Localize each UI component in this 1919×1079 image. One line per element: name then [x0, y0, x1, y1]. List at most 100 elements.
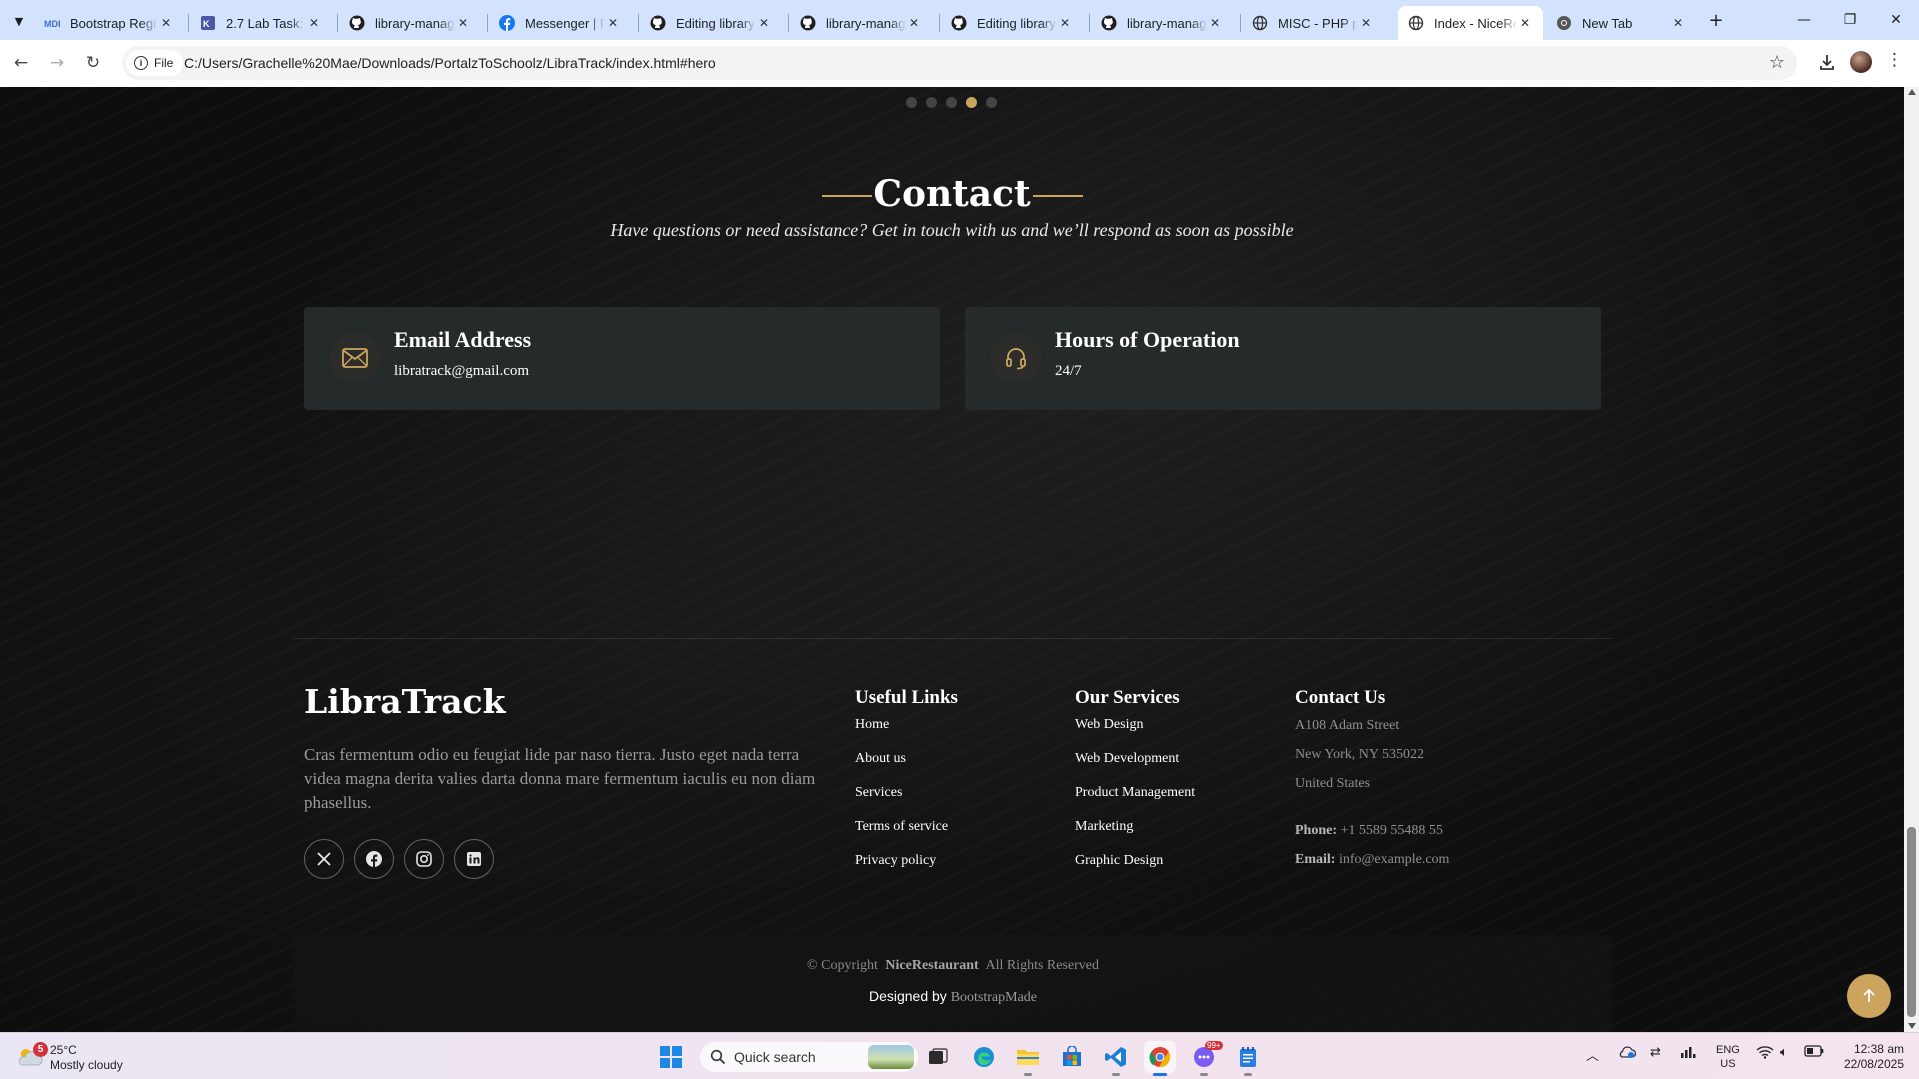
- show-hidden-icons-chevron[interactable]: ︿: [1586, 1045, 1599, 1064]
- close-tab-icon[interactable]: ✕: [1057, 16, 1073, 30]
- carousel-dot[interactable]: [946, 97, 957, 108]
- file-explorer-icon[interactable]: [1012, 1041, 1044, 1076]
- task-view-icon[interactable]: [922, 1041, 954, 1073]
- bookmark-star-icon[interactable]: ☆: [1769, 52, 1785, 73]
- close-tab-icon[interactable]: ✕: [605, 16, 621, 30]
- system-clock[interactable]: 12:38 am 22/08/2025: [1834, 1042, 1904, 1072]
- footer-about-text: Cras fermentum odio eu feugiat lide par …: [304, 745, 816, 812]
- column-heading: Useful Links: [855, 687, 958, 708]
- forward-arrow-icon[interactable]: →: [44, 50, 70, 76]
- network-transfer-icon[interactable]: ⇄: [1650, 1045, 1661, 1060]
- facebook-icon[interactable]: [354, 839, 394, 879]
- instagram-icon[interactable]: [404, 839, 444, 879]
- tab-2[interactable]: K 2.7 Lab Task: A ✕: [190, 6, 332, 40]
- copyright-prefix: © Copyright: [806, 958, 878, 973]
- tab-divider: [337, 14, 338, 32]
- column-heading: Our Services: [1075, 687, 1180, 708]
- tab-10-active[interactable]: Index - NiceRe ✕: [1398, 6, 1543, 40]
- service-link[interactable]: Marketing: [1075, 819, 1195, 853]
- tab-4[interactable]: Messenger | Fa ✕: [489, 6, 631, 40]
- section-title: Contact: [873, 173, 1031, 215]
- footer-brand[interactable]: LibraTrack: [304, 682, 505, 721]
- tab-6[interactable]: library-manage ✕: [790, 6, 932, 40]
- input-language-indicator[interactable]: ENG US: [1716, 1043, 1740, 1071]
- tab-3[interactable]: library-manage ✕: [339, 6, 481, 40]
- url-text[interactable]: C:/Users/Grachelle%20Mae/Downloads/Porta…: [184, 55, 716, 71]
- close-tab-icon[interactable]: ✕: [306, 16, 322, 30]
- volume-icon[interactable]: 🔈︎: [1780, 1045, 1788, 1060]
- service-link[interactable]: Web Development: [1075, 751, 1195, 785]
- taskbar-search[interactable]: Quick search: [700, 1042, 918, 1072]
- tab-title: library-manage: [1127, 15, 1207, 31]
- footer-link-privacy[interactable]: Privacy policy: [855, 853, 958, 887]
- performance-meter-icon[interactable]: [1680, 1045, 1696, 1063]
- tab-1[interactable]: MDB Bootstrap Regi ✕: [34, 6, 184, 40]
- close-window-icon[interactable]: ✕: [1874, 8, 1918, 32]
- close-tab-icon[interactable]: ✕: [1517, 16, 1533, 30]
- svg-text:MDB: MDB: [44, 19, 60, 28]
- footer-link-services[interactable]: Services: [855, 785, 958, 819]
- facebook-icon: [499, 15, 515, 31]
- back-arrow-icon[interactable]: ←: [8, 50, 34, 76]
- footer-link-terms[interactable]: Terms of service: [855, 819, 958, 853]
- close-tab-icon[interactable]: ✕: [1670, 16, 1686, 30]
- tab-11[interactable]: New Tab ✕: [1546, 6, 1696, 40]
- close-tab-icon[interactable]: ✕: [1207, 16, 1223, 30]
- restore-icon[interactable]: ❐: [1828, 8, 1872, 32]
- page-scrollbar[interactable]: [1904, 87, 1919, 1032]
- close-tab-icon[interactable]: ✕: [1358, 16, 1374, 30]
- tab-5[interactable]: Editing library- ✕: [640, 6, 782, 40]
- tab-search-chevron-icon[interactable]: ▼: [8, 10, 30, 32]
- scrollbar-thumb[interactable]: [1907, 827, 1916, 1017]
- footer-link-about[interactable]: About us: [855, 751, 958, 785]
- x-twitter-icon[interactable]: [304, 839, 344, 879]
- tab-divider: [939, 14, 940, 32]
- carousel-dot[interactable]: [926, 97, 937, 108]
- address-bar[interactable]: i File C:/Users/Grachelle%20Mae/Download…: [122, 46, 1797, 80]
- scroll-down-arrow-icon[interactable]: [1908, 1023, 1916, 1029]
- start-windows-icon[interactable]: [655, 1041, 687, 1073]
- carousel-dot[interactable]: [906, 97, 917, 108]
- wifi-icon[interactable]: [1756, 1045, 1774, 1063]
- tab-9[interactable]: MISC - PHP pro ✕: [1242, 6, 1384, 40]
- new-tab-plus-icon[interactable]: +: [1704, 8, 1728, 32]
- useful-links-column: Useful Links Home About us Services Term…: [855, 687, 958, 887]
- vscode-icon[interactable]: [1100, 1041, 1132, 1076]
- chrome-taskbar-icon[interactable]: [1144, 1041, 1176, 1076]
- onedrive-sync-icon[interactable]: [1618, 1045, 1637, 1063]
- close-tab-icon[interactable]: ✕: [158, 16, 174, 30]
- linkedin-icon[interactable]: [454, 839, 494, 879]
- service-link[interactable]: Web Design: [1075, 717, 1195, 751]
- tab-8[interactable]: library-manage ✕: [1091, 6, 1233, 40]
- close-tab-icon[interactable]: ✕: [906, 16, 922, 30]
- scroll-up-arrow-icon[interactable]: [1908, 89, 1916, 95]
- weather-widget[interactable]: 5 25°C Mostly cloudy: [16, 1041, 156, 1073]
- language-code: ENG: [1716, 1044, 1740, 1056]
- microsoft-store-icon[interactable]: [1056, 1041, 1088, 1073]
- footer-link-home[interactable]: Home: [855, 717, 958, 751]
- profile-avatar[interactable]: [1850, 51, 1872, 73]
- chrome-icon: [1556, 15, 1572, 31]
- messenger-chat-icon[interactable]: 99+: [1188, 1041, 1223, 1076]
- close-tab-icon[interactable]: ✕: [756, 16, 772, 30]
- designed-by-link[interactable]: BootstrapMade: [951, 990, 1037, 1005]
- more-menu-icon[interactable]: ⋮: [1886, 50, 1903, 70]
- copyright-suffix: All Rights Reserved: [985, 958, 1099, 973]
- edge-browser-icon[interactable]: [968, 1041, 1000, 1073]
- tab-title: Index - NiceRe: [1434, 15, 1517, 31]
- back-to-top-button[interactable]: [1847, 974, 1891, 1018]
- carousel-dot[interactable]: [986, 97, 997, 108]
- site-info-chip[interactable]: i File: [126, 50, 184, 76]
- notepad-icon[interactable]: [1232, 1041, 1264, 1076]
- carousel-dot-active[interactable]: [966, 97, 977, 108]
- reload-icon[interactable]: ↻: [80, 50, 106, 76]
- service-link[interactable]: Product Management: [1075, 785, 1195, 819]
- info-icon: i: [134, 56, 148, 70]
- minimize-icon[interactable]: —: [1782, 8, 1826, 32]
- close-tab-icon[interactable]: ✕: [455, 16, 471, 30]
- site-chip-label: File: [154, 56, 174, 70]
- service-link[interactable]: Graphic Design: [1075, 853, 1195, 887]
- tab-7[interactable]: Editing library- ✕: [941, 6, 1083, 40]
- battery-icon[interactable]: [1804, 1045, 1824, 1061]
- download-icon[interactable]: [1814, 49, 1840, 75]
